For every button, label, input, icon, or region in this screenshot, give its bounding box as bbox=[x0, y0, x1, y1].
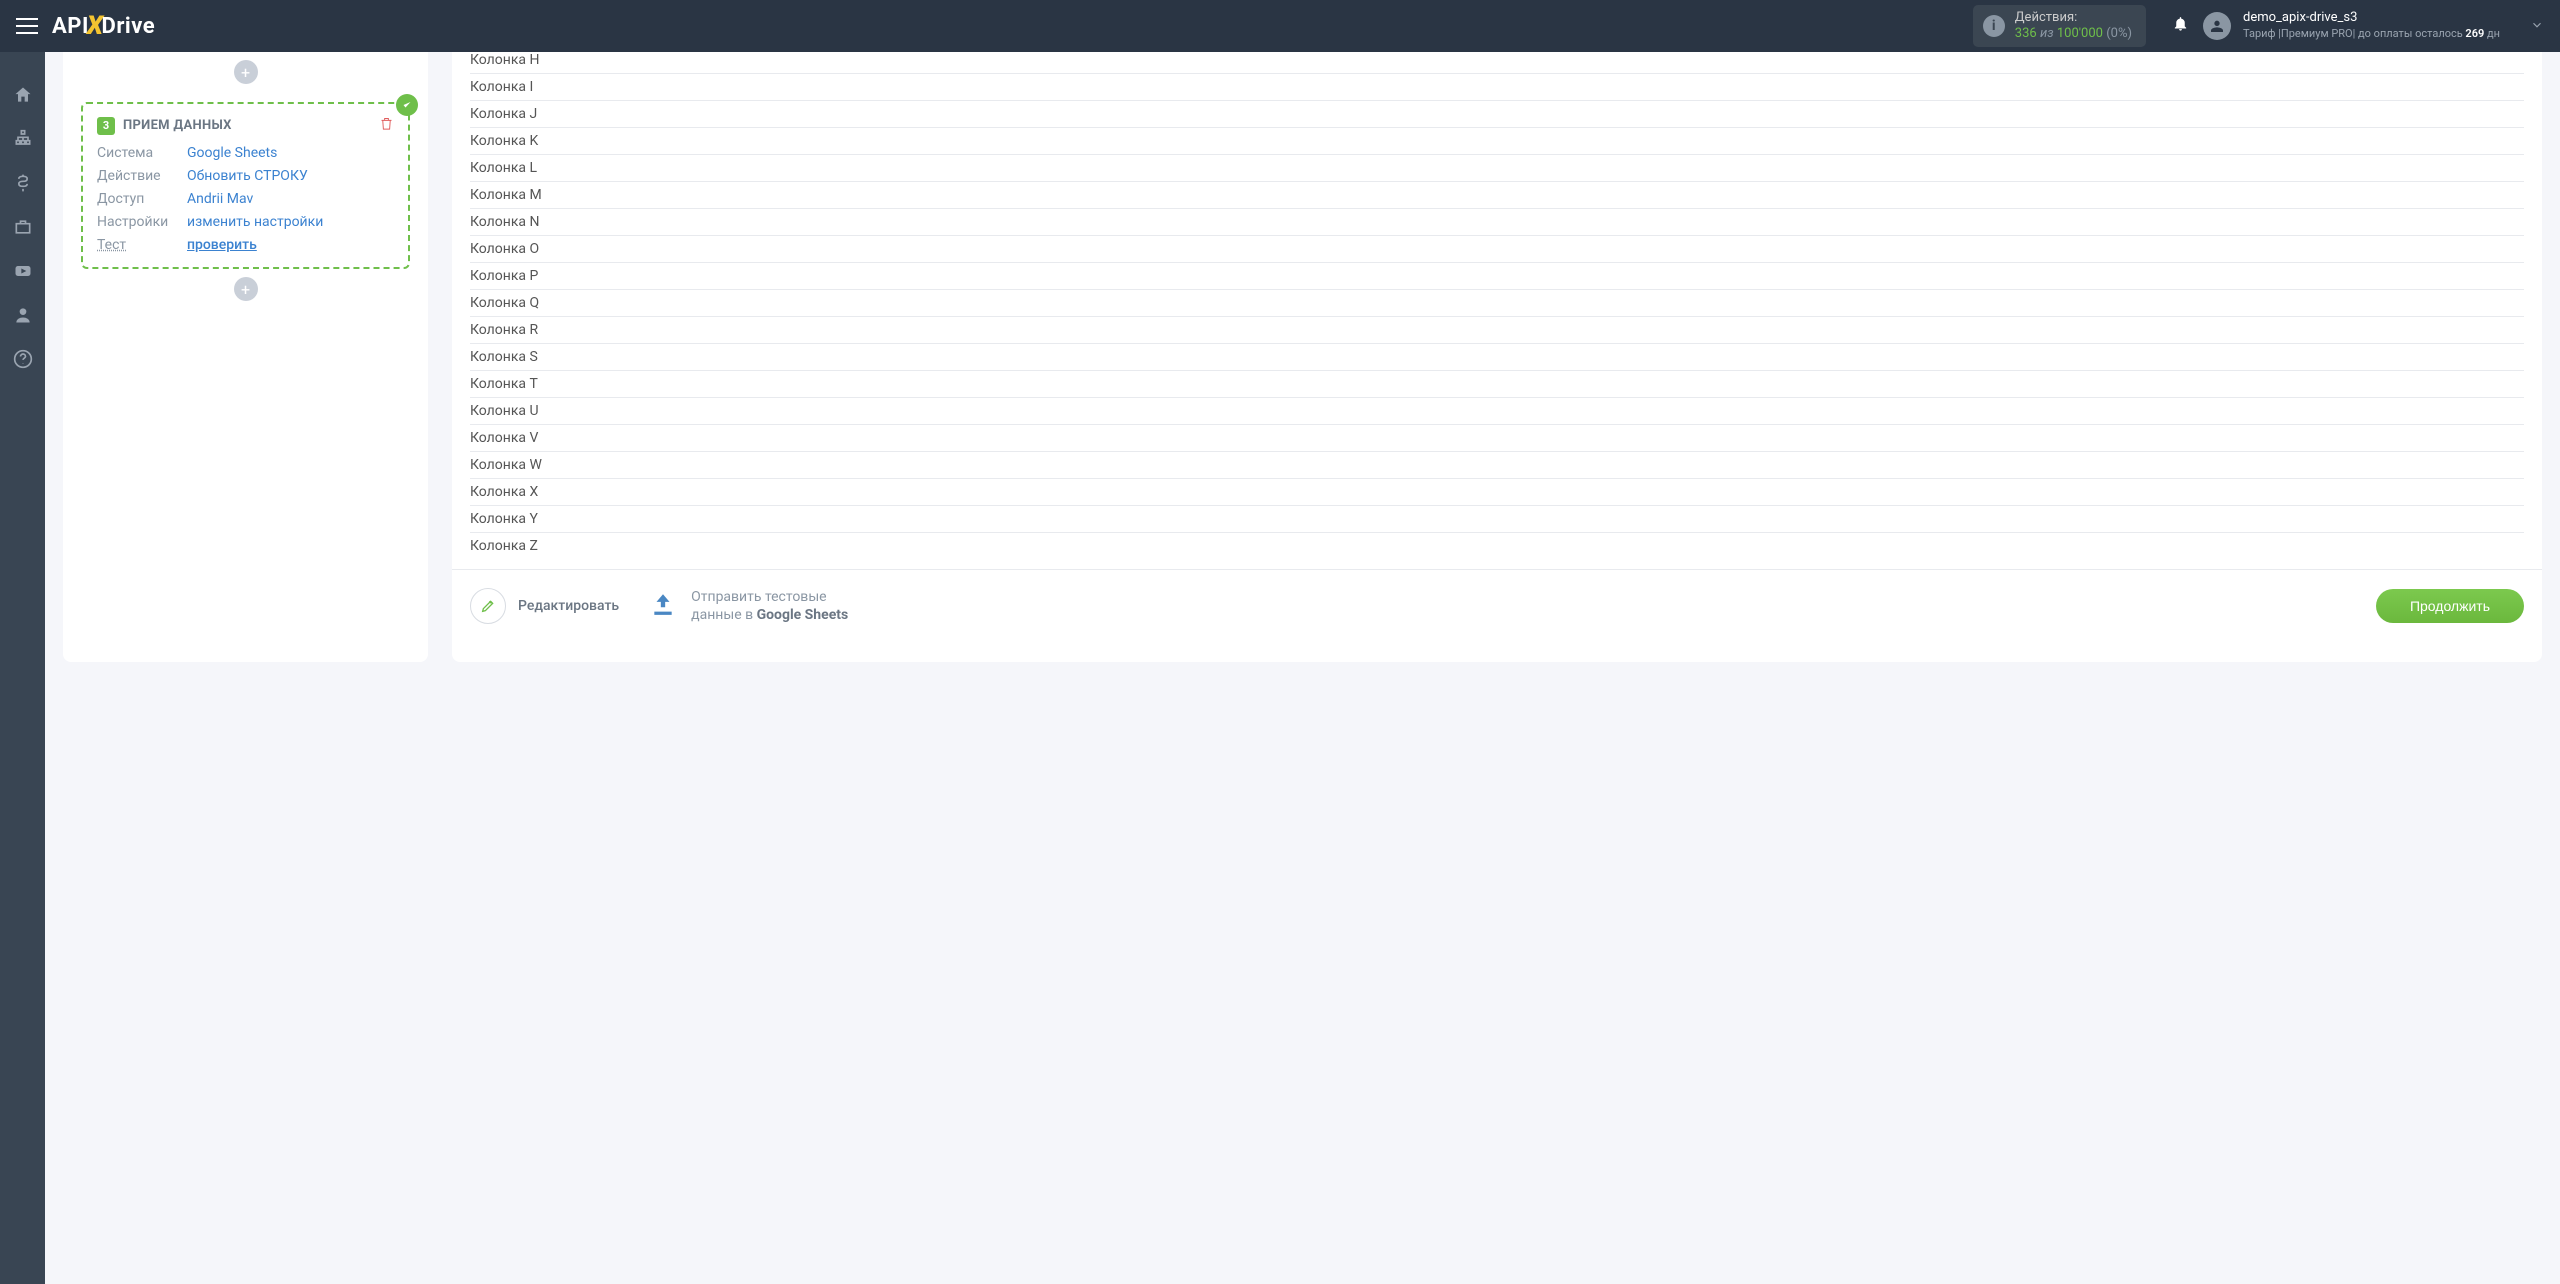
column-row[interactable]: Колонка S bbox=[470, 344, 2524, 371]
sidebar bbox=[0, 52, 45, 1284]
value-action[interactable]: Обновить СТРОКУ bbox=[187, 168, 394, 184]
logo-pre: API bbox=[52, 14, 89, 39]
label-test: Тест bbox=[97, 237, 187, 253]
actions-pct: (0%) bbox=[2106, 26, 2132, 41]
actions-of: из bbox=[2040, 26, 2054, 41]
column-row[interactable]: Колонка M bbox=[470, 182, 2524, 209]
column-row[interactable]: Колонка X bbox=[470, 479, 2524, 506]
billing-icon[interactable] bbox=[12, 172, 34, 194]
home-icon[interactable] bbox=[12, 84, 34, 106]
column-row[interactable]: Колонка W bbox=[470, 452, 2524, 479]
help-icon[interactable] bbox=[12, 348, 34, 370]
menu-icon[interactable] bbox=[16, 18, 38, 34]
pencil-icon bbox=[470, 588, 506, 624]
value-settings[interactable]: изменить настройки bbox=[187, 214, 394, 230]
top-bar: API X Drive i Действия: 336 из 100'000 (… bbox=[0, 0, 2560, 52]
bottom-bar: Редактировать Отправить тестовые данные … bbox=[452, 569, 2542, 624]
column-row[interactable]: Колонка O bbox=[470, 236, 2524, 263]
column-row[interactable]: Колонка P bbox=[470, 263, 2524, 290]
column-row[interactable]: Колонка Q bbox=[470, 290, 2524, 317]
column-row[interactable]: Колонка T bbox=[470, 371, 2524, 398]
send-test-button[interactable]: Отправить тестовые данные в Google Sheet… bbox=[649, 588, 848, 624]
logo-post: Drive bbox=[102, 14, 156, 39]
briefcase-icon[interactable] bbox=[12, 216, 34, 238]
column-row[interactable]: Колонка N bbox=[470, 209, 2524, 236]
actions-label: Действия: bbox=[2015, 10, 2132, 26]
step-title: ПРИЕМ ДАННЫХ bbox=[123, 118, 232, 133]
right-panel: Колонка HКолонка IКолонка JКолонка KКоло… bbox=[452, 52, 2542, 662]
label-system: Система bbox=[97, 145, 187, 161]
value-system[interactable]: Google Sheets bbox=[187, 145, 394, 161]
actions-used: 336 bbox=[2015, 26, 2037, 41]
video-icon[interactable] bbox=[12, 260, 34, 282]
left-panel: + 3 ПРИЕМ ДАННЫХ Система Google Sheets Д… bbox=[63, 52, 428, 662]
user-icon[interactable] bbox=[12, 304, 34, 326]
edit-button[interactable]: Редактировать bbox=[470, 588, 619, 624]
column-list: Колонка HКолонка IКолонка JКолонка KКоло… bbox=[452, 52, 2542, 559]
continue-button[interactable]: Продолжить bbox=[2376, 589, 2524, 623]
delete-step-button[interactable] bbox=[379, 116, 394, 135]
column-row[interactable]: Колонка H bbox=[470, 52, 2524, 74]
info-icon: i bbox=[1983, 15, 2005, 37]
column-row[interactable]: Колонка U bbox=[470, 398, 2524, 425]
label-action: Действие bbox=[97, 168, 187, 184]
logo[interactable]: API X Drive bbox=[52, 11, 155, 41]
value-access[interactable]: Andrii Mav bbox=[187, 191, 394, 207]
bell-icon[interactable] bbox=[2172, 15, 2189, 37]
column-row[interactable]: Колонка K bbox=[470, 128, 2524, 155]
value-test[interactable]: проверить bbox=[187, 237, 394, 253]
check-icon bbox=[396, 94, 418, 116]
label-access: Доступ bbox=[97, 191, 187, 207]
user-menu[interactable]: demo_apix-drive_s3 Тариф |Премиум PRO| д… bbox=[2203, 10, 2500, 41]
upload-icon bbox=[649, 591, 677, 621]
edit-label: Редактировать bbox=[518, 598, 619, 614]
column-row[interactable]: Колонка L bbox=[470, 155, 2524, 182]
column-row[interactable]: Колонка I bbox=[470, 74, 2524, 101]
plan-text: Тариф |Премиум PRO| до оплаты осталось 2… bbox=[2243, 27, 2500, 41]
chevron-down-icon[interactable] bbox=[2530, 17, 2544, 36]
step-number: 3 bbox=[97, 117, 115, 135]
actions-total: 100'000 bbox=[2057, 26, 2103, 41]
label-settings: Настройки bbox=[97, 214, 187, 230]
connections-icon[interactable] bbox=[12, 128, 34, 150]
add-step-bottom-button[interactable]: + bbox=[234, 277, 258, 301]
actions-counter[interactable]: i Действия: 336 из 100'000 (0%) bbox=[1973, 5, 2146, 47]
column-row[interactable]: Колонка V bbox=[470, 425, 2524, 452]
column-row[interactable]: Колонка J bbox=[470, 101, 2524, 128]
add-step-top-button[interactable]: + bbox=[234, 60, 258, 84]
column-row[interactable]: Колонка Z bbox=[470, 533, 2524, 559]
step-card: 3 ПРИЕМ ДАННЫХ Система Google Sheets Дей… bbox=[81, 102, 410, 269]
column-row[interactable]: Колонка Y bbox=[470, 506, 2524, 533]
column-row[interactable]: Колонка R bbox=[470, 317, 2524, 344]
send-test-label: Отправить тестовые данные в Google Sheet… bbox=[691, 588, 848, 624]
username: demo_apix-drive_s3 bbox=[2243, 10, 2500, 27]
avatar-icon bbox=[2203, 12, 2231, 40]
